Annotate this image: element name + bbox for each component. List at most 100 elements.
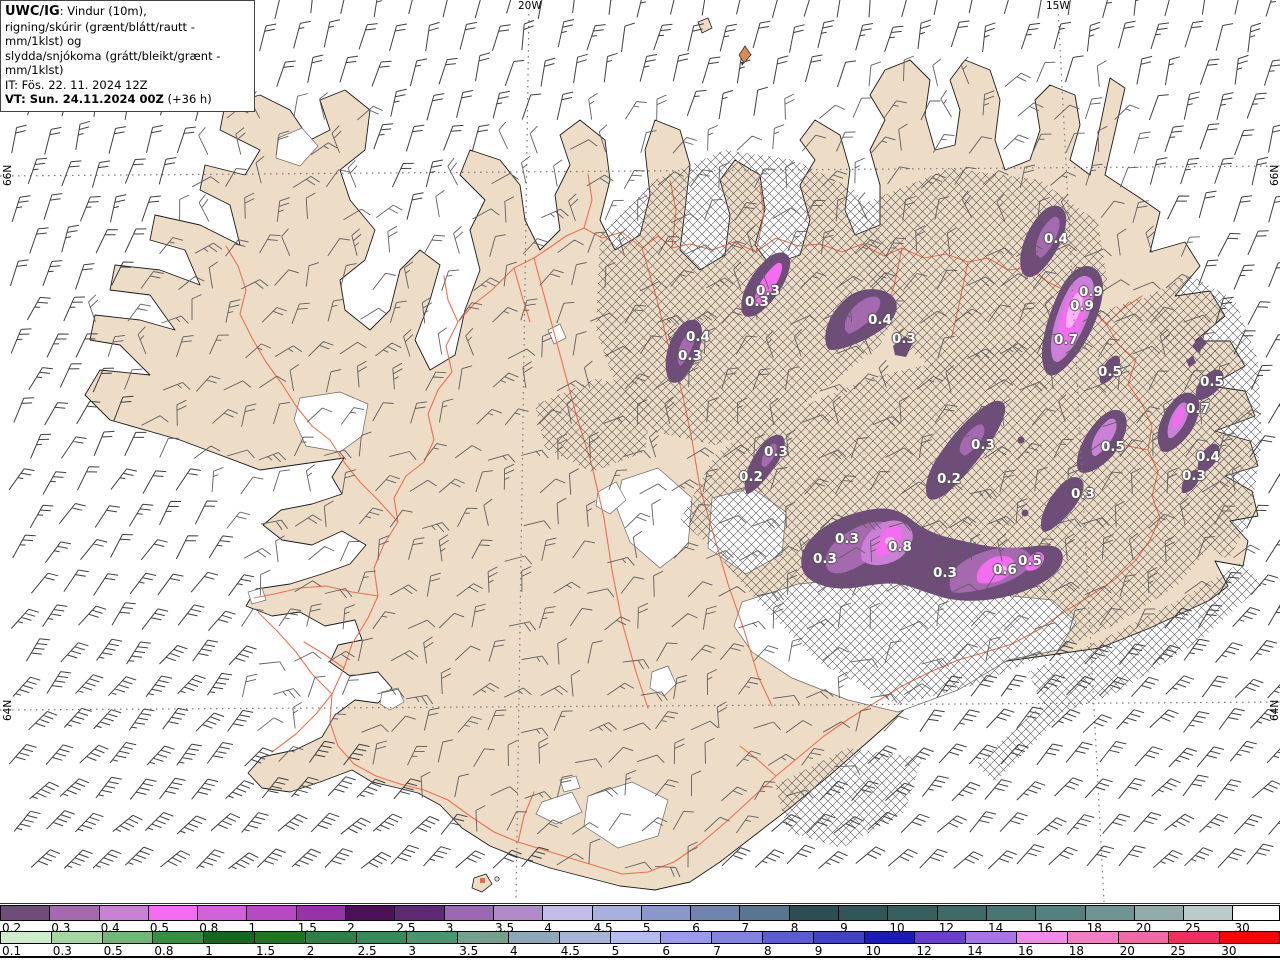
precip-value-label: 0.4 [686,329,710,346]
scale-segment [296,906,347,920]
weather-map-page: UWC/IG: Vindur (10m), rigning/skúrir (gr… [0,0,1280,960]
precip-value-label: 0.3 [835,531,859,548]
parallel-label-66n-left: 66N [2,164,14,186]
scale-label: 0.3 [52,944,72,958]
scale-segment [789,906,840,920]
island-small [494,876,500,882]
scale-segment [888,906,938,920]
precip-value-label: 0.6 [993,562,1017,579]
scale-segment [1036,906,1086,920]
scale-bar-bottom [0,931,1280,944]
scale-label: 4 [510,944,518,958]
bottom-frame-line [0,956,1280,958]
meridian-label-20w: 20W [518,0,542,12]
parallel-label-64n-left: 64N [2,699,14,721]
scale-segment [493,906,544,920]
scale-label: 3.5 [459,944,479,958]
scale-segment [247,906,297,920]
scale-segment [543,906,593,920]
scale-segment [1134,906,1185,920]
scale-segment [641,906,692,920]
precip-value-label: 0.4 [1044,231,1068,248]
scale-segment [691,906,741,920]
scale-label: 2.5 [357,944,377,958]
scale-label: 5 [611,944,620,958]
scale-segment [198,906,248,920]
title-line-2: rigning/skúrir (grænt/blátt/rautt - mm/1… [5,19,195,49]
map-scale-separator [0,903,1280,904]
scale-label: 20 [1119,944,1135,958]
scale-label: 14 [967,944,983,958]
scale-segment [1085,906,1135,920]
scale-label: 7 [713,944,721,958]
precip-value-label: 0.5 [1018,553,1042,570]
scale-segment [1067,932,1119,943]
scale-segment [762,932,814,943]
precip-value-label: 0.2 [739,469,763,486]
precip-value-label: 0.4 [1196,449,1220,466]
scale-label: 8 [764,944,772,958]
meridian-label-15w: 15W [1046,0,1070,12]
precip-value-label: 0.3 [971,437,995,454]
map-canvas [0,0,1280,903]
title-line-4: IT: Fös. 22. 11. 2024 12Z [5,77,148,92]
scale-label: 12 [916,944,932,958]
scale-segment [813,932,865,943]
scale-label: 9 [814,944,823,958]
scale-segment [740,906,790,920]
precip-value-label: 0.3 [1071,486,1095,503]
scale-label: 0.1 [2,944,22,958]
scale-label: 25 [1170,944,1186,958]
title-line-1: UWC/IG: Vindur (10m), [5,4,147,19]
scale-segment [444,906,494,920]
precip-value-label: 0.7 [1054,332,1078,349]
scale-segment [966,932,1017,943]
scale-segment [51,932,103,943]
scale-label: 1 [205,944,213,958]
parallel-label-66n-right: 66N [1269,164,1280,186]
precip-value-label: 0.8 [888,539,912,556]
parallel-label-64n-right: 64N [1269,699,1280,721]
precip-value-label: 0.3 [678,348,702,365]
scale-segment [148,906,199,920]
scale-segment [395,906,445,920]
precip-value-label: 0.3 [933,565,957,582]
scale-segment [1,906,51,920]
precip-value-label: 0.3 [813,551,837,568]
precip-value-label: 0.5 [1098,364,1122,381]
scale-label: 10 [865,944,881,958]
scale-segment [1118,932,1170,943]
precip-value-label: 0.3 [892,331,916,348]
scale-label: 0.5 [103,944,123,958]
town-marker [480,878,485,883]
scale-segment [305,932,357,943]
precip-value-label: 0.4 [868,312,892,329]
scale-segment [458,932,509,943]
title-line-5: VT: Sun. 24.11.2024 00Z (+36 h) [5,92,212,106]
scale-segment [986,906,1037,920]
scale-label: 6 [662,944,671,958]
precip-value-label: 0.3 [764,444,788,461]
scale-segment [153,932,205,943]
scale-segment [915,932,967,943]
precip-value-label: 0.9 [1070,298,1094,315]
scale-label: 0.8 [154,944,174,958]
scale-label: 2 [306,944,315,958]
scale-segment [102,932,154,943]
scale-segment [712,932,763,943]
precip-value-label: 0.5 [1200,374,1224,391]
scale-segment-tail [1220,932,1279,943]
scale-segment [407,932,459,943]
product-code: UWC/IG [5,4,60,19]
scale-segment [346,906,396,920]
scale-label: 30 [1221,944,1237,958]
scale-segment [254,932,306,943]
scale-segment [661,932,713,943]
scale-segment [1016,932,1068,943]
scale-segment [1184,906,1234,920]
precip-value-label: 0.7 [1186,401,1210,418]
scale-segment [1169,932,1221,943]
scale-label: 18 [1068,944,1085,958]
precip-value-label: 0.2 [937,471,961,488]
scale-segment [864,932,916,943]
